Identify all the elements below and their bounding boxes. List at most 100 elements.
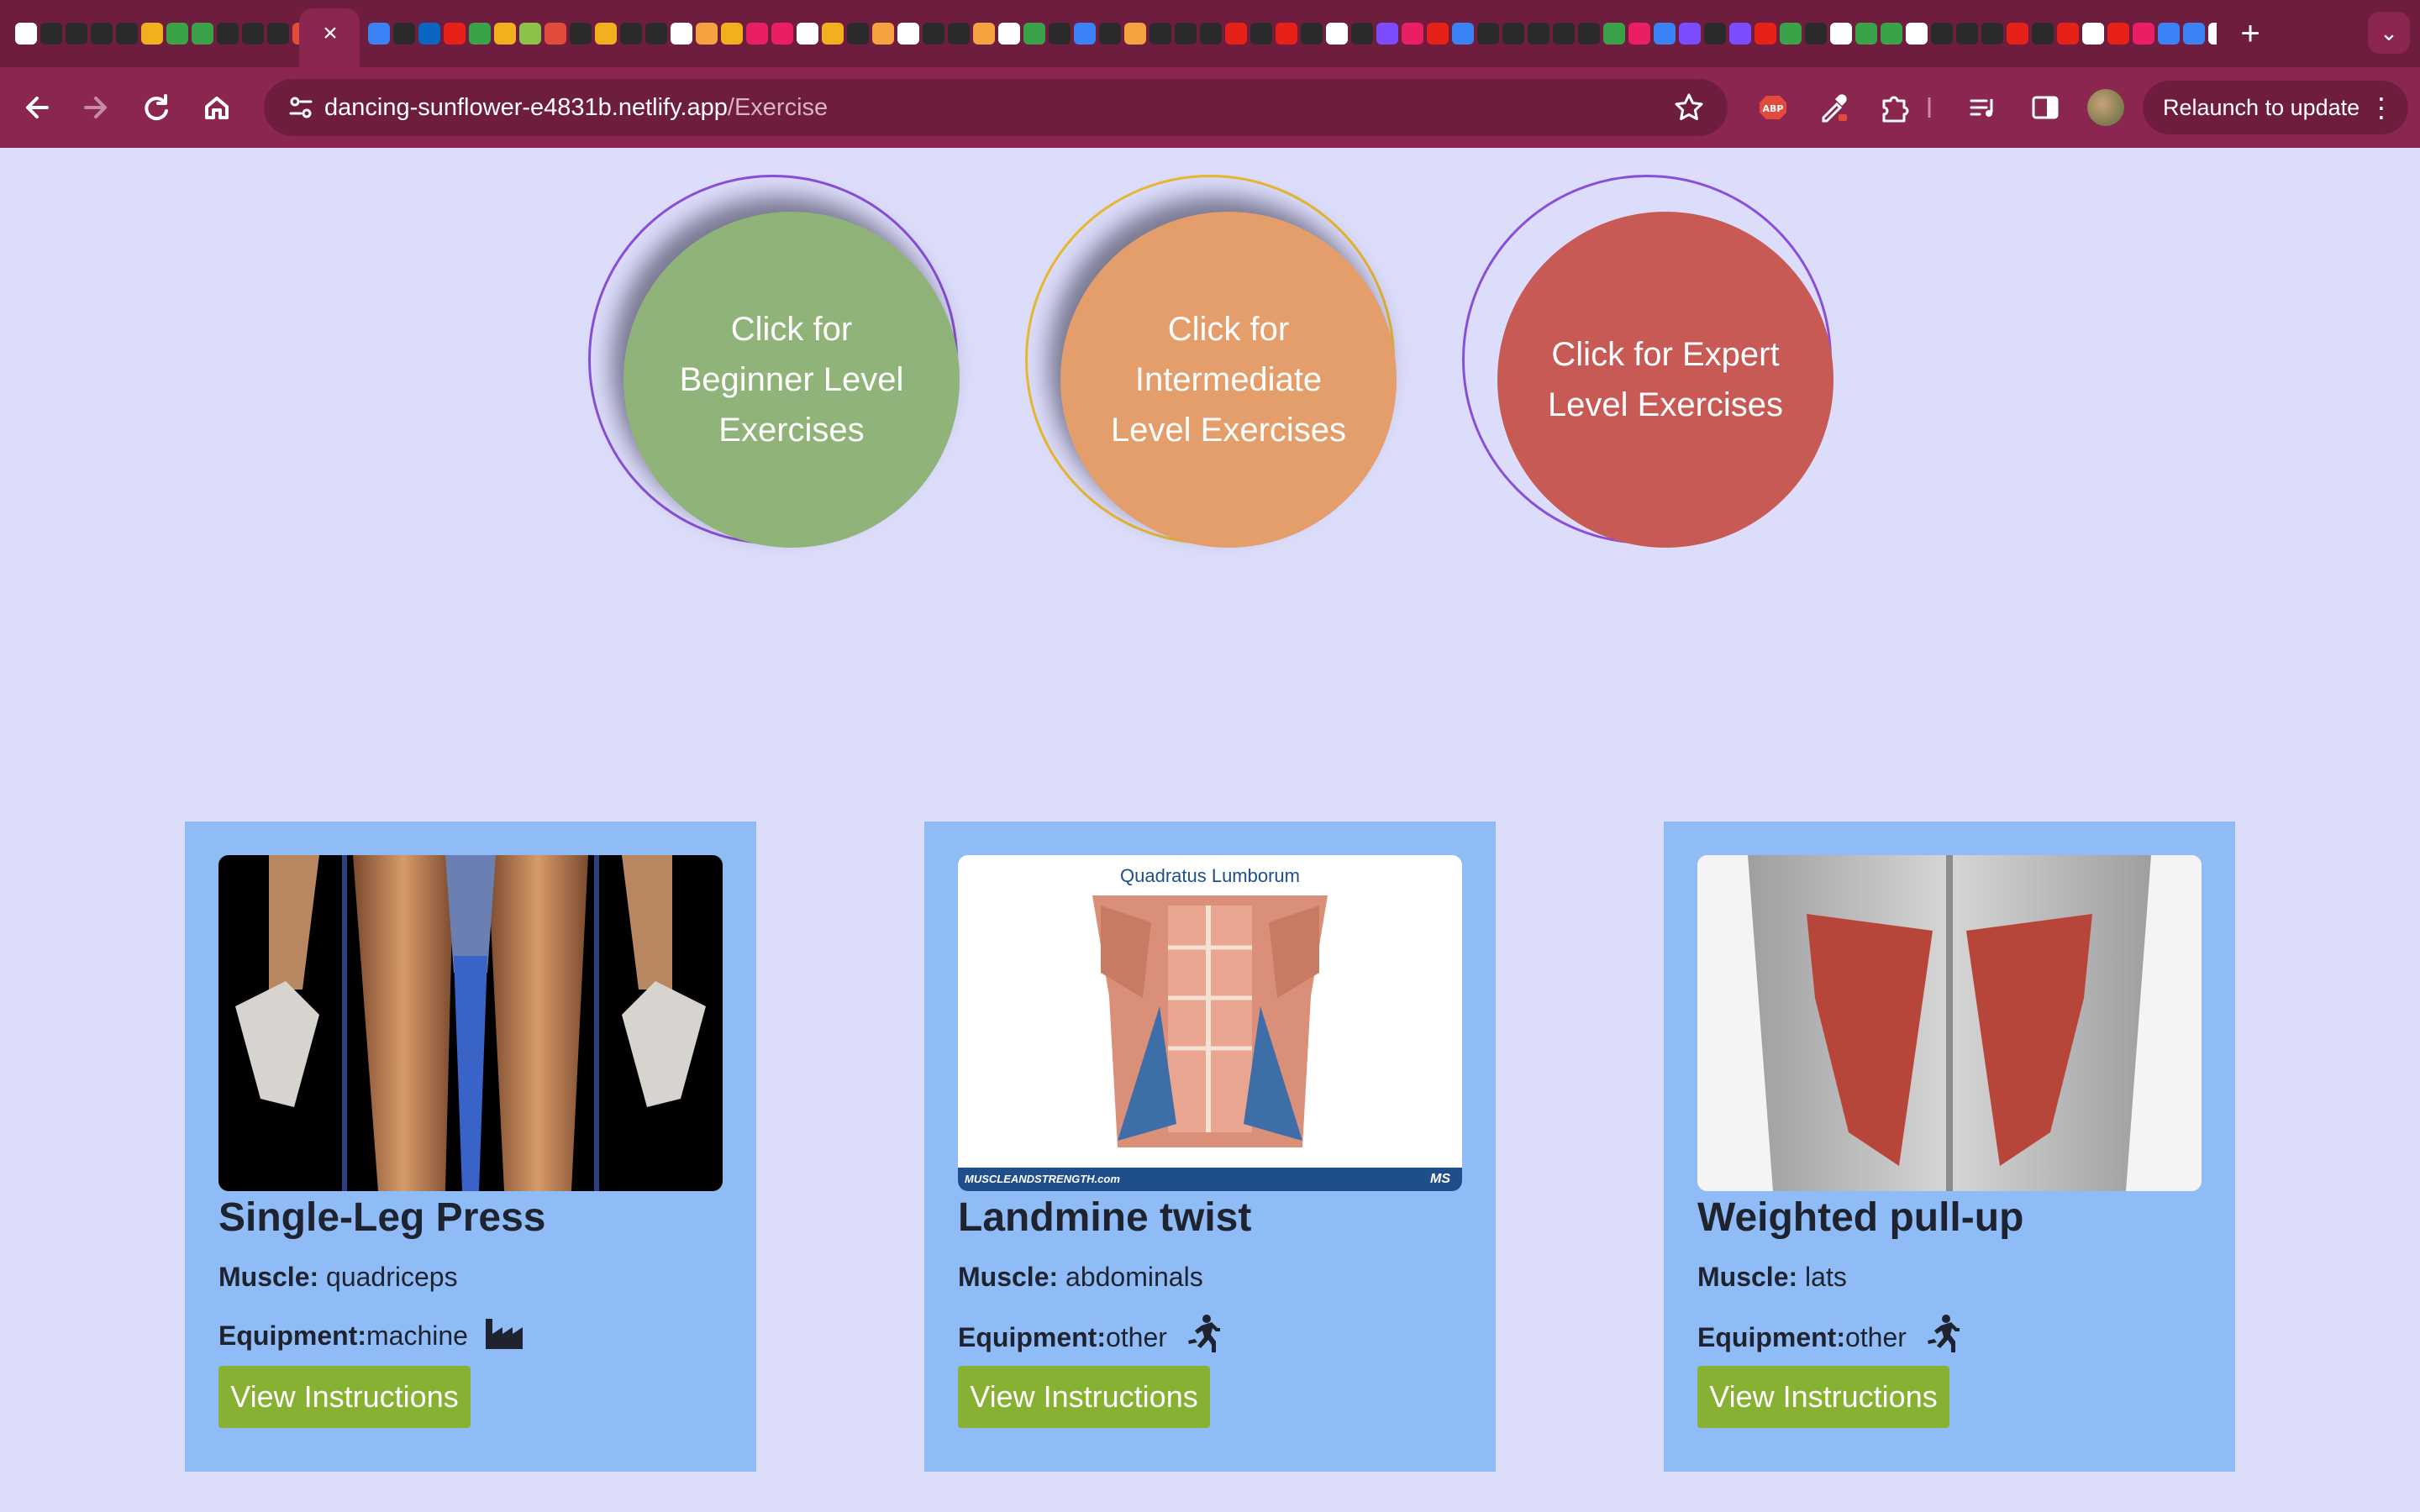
tab-favicon-icon[interactable] <box>797 23 818 45</box>
tab-favicon-icon[interactable] <box>2183 23 2205 45</box>
tab-favicon-icon[interactable] <box>998 23 1020 45</box>
tab-favicon-icon[interactable] <box>2032 23 2054 45</box>
tab-favicon-icon[interactable] <box>368 23 390 45</box>
tab-favicon-icon[interactable] <box>2208 23 2217 45</box>
tab-favicon-icon[interactable] <box>166 23 188 45</box>
view-instructions-button[interactable]: View Instructions <box>218 1366 471 1428</box>
tab-favicon-icon[interactable] <box>746 23 768 45</box>
tab-favicon-icon[interactable] <box>696 23 718 45</box>
tab-favicon-icon[interactable] <box>721 23 743 45</box>
tab-favicon-icon[interactable] <box>192 23 213 45</box>
tab-favicon-icon[interactable] <box>1376 23 1398 45</box>
tab-favicon-icon[interactable] <box>267 23 289 45</box>
tab-favicon-icon[interactable] <box>1578 23 1600 45</box>
tab-favicon-icon[interactable] <box>1780 23 1802 45</box>
tab-favicon-icon[interactable] <box>771 23 793 45</box>
tab-favicon-icon[interactable] <box>1124 23 1146 45</box>
tab-favicon-icon[interactable] <box>2082 23 2104 45</box>
tab-favicon-icon[interactable] <box>469 23 491 45</box>
url-text[interactable]: dancing-sunflower-e4831b.netlify.app/Exe… <box>324 79 828 136</box>
tab-favicon-icon[interactable] <box>645 23 667 45</box>
expert-level-button[interactable]: Click for Expert Level Exercises <box>1497 212 1833 548</box>
tab-favicon-icon[interactable] <box>1906 23 1928 45</box>
tab-favicon-icon[interactable] <box>1351 23 1373 45</box>
tab-favicon-icon[interactable] <box>1528 23 1549 45</box>
view-instructions-button[interactable]: View Instructions <box>958 1366 1210 1428</box>
tab-favicon-icon[interactable] <box>519 23 541 45</box>
tab-close-icon[interactable]: × <box>318 18 343 49</box>
tab-favicon-icon[interactable] <box>1049 23 1071 45</box>
tab-search-icon[interactable]: ⌄ <box>2368 12 2410 54</box>
view-instructions-button[interactable]: View Instructions <box>1697 1366 1949 1428</box>
extension-abp-icon[interactable]: ABP <box>1753 87 1793 128</box>
tab-favicon-icon[interactable] <box>872 23 894 45</box>
tab-favicon-icon[interactable] <box>671 23 692 45</box>
extensions-puzzle-icon[interactable] <box>1874 87 1914 128</box>
tab-favicon-icon[interactable] <box>1326 23 1348 45</box>
tab-favicon-icon[interactable] <box>1023 23 1045 45</box>
reload-icon[interactable] <box>133 84 180 131</box>
tab-favicon-icon[interactable] <box>141 23 163 45</box>
side-panel-icon[interactable] <box>2025 87 2065 128</box>
tab-favicon-icon[interactable] <box>418 23 440 45</box>
tab-favicon-icon[interactable] <box>1150 23 1171 45</box>
tab-favicon-icon[interactable] <box>1553 23 1575 45</box>
tab-favicon-icon[interactable] <box>116 23 138 45</box>
site-info-icon[interactable] <box>284 91 318 124</box>
tab-favicon-icon[interactable] <box>1276 23 1297 45</box>
tab-favicon-icon[interactable] <box>1754 23 1776 45</box>
tab-favicon-icon[interactable] <box>1654 23 1676 45</box>
bookmark-star-icon[interactable] <box>1670 89 1707 126</box>
tab-favicon-icon[interactable] <box>40 23 62 45</box>
tab-favicon-icon[interactable] <box>1855 23 1877 45</box>
profile-avatar[interactable] <box>2087 89 2124 126</box>
tab-favicon-icon[interactable] <box>948 23 970 45</box>
tab-favicon-icon[interactable] <box>1427 23 1449 45</box>
address-bar[interactable]: dancing-sunflower-e4831b.netlify.app/Exe… <box>264 79 1728 136</box>
beginner-level-button[interactable]: Click for Beginner Level Exercises <box>623 212 960 548</box>
tab-favicon-icon[interactable] <box>973 23 995 45</box>
tab-favicon-icon[interactable] <box>1830 23 1852 45</box>
tab-favicon-icon[interactable] <box>1225 23 1247 45</box>
tab-favicon-icon[interactable] <box>1603 23 1625 45</box>
kebab-menu-icon[interactable]: ⋮ <box>2368 81 2395 134</box>
tab-favicon-icon[interactable] <box>1200 23 1222 45</box>
tab-favicon-icon[interactable] <box>897 23 919 45</box>
tab-favicon-icon[interactable] <box>1402 23 1423 45</box>
tab-favicon-icon[interactable] <box>544 23 566 45</box>
relaunch-button[interactable]: Relaunch to update ⋮ <box>2143 81 2408 134</box>
tab-favicon-icon[interactable] <box>1301 23 1323 45</box>
tab-favicon-icon[interactable] <box>393 23 415 45</box>
tab-favicon-icon[interactable] <box>570 23 592 45</box>
tab-favicon-icon[interactable] <box>923 23 944 45</box>
media-controls-icon[interactable] <box>1963 87 2003 128</box>
tab-favicon-icon[interactable] <box>2158 23 2180 45</box>
tab-favicon-icon[interactable] <box>1704 23 1726 45</box>
tab-favicon-icon[interactable] <box>15 23 37 45</box>
forward-icon[interactable] <box>72 84 119 131</box>
tab-favicon-icon[interactable] <box>1250 23 1272 45</box>
tab-favicon-icon[interactable] <box>91 23 113 45</box>
tab-favicon-icon[interactable] <box>1956 23 1978 45</box>
tab-favicon-icon[interactable] <box>1729 23 1751 45</box>
tab-favicon-icon[interactable] <box>66 23 87 45</box>
tab-favicon-icon[interactable] <box>847 23 869 45</box>
extension-eyedropper-icon[interactable] <box>1813 87 1854 128</box>
tab-favicon-icon[interactable] <box>2057 23 2079 45</box>
tab-favicon-icon[interactable] <box>620 23 642 45</box>
tab-favicon-icon[interactable] <box>1881 23 1902 45</box>
tab-favicon-icon[interactable] <box>1175 23 1197 45</box>
tab-favicon-icon[interactable] <box>1805 23 1827 45</box>
tab-favicon-icon[interactable] <box>1502 23 1524 45</box>
new-tab-icon[interactable]: + <box>2233 15 2267 52</box>
intermediate-level-button[interactable]: Click for Intermediate Level Exercises <box>1060 212 1397 548</box>
tab-favicon-icon[interactable] <box>1477 23 1499 45</box>
tab-favicon-icon[interactable] <box>1931 23 1953 45</box>
tab-favicon-icon[interactable] <box>822 23 844 45</box>
tab-favicon-icon[interactable] <box>2007 23 2028 45</box>
tab-favicon-icon[interactable] <box>494 23 516 45</box>
tab-favicon-icon[interactable] <box>595 23 617 45</box>
tab-favicon-icon[interactable] <box>1074 23 1096 45</box>
tab-favicon-icon[interactable] <box>2107 23 2129 45</box>
tab-favicon-icon[interactable] <box>1452 23 1474 45</box>
